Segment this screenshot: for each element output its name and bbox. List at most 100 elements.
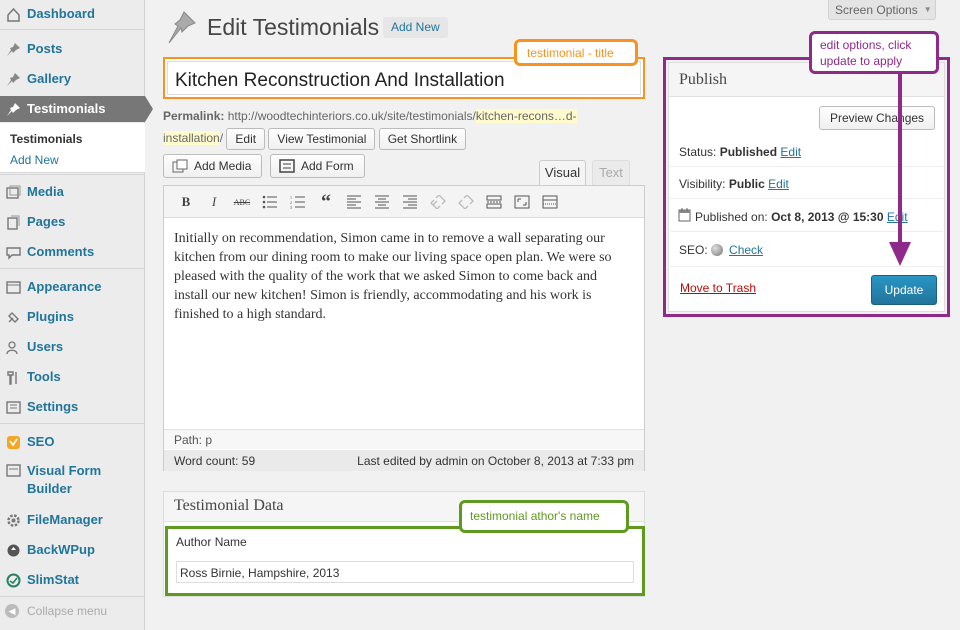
author-name-input[interactable]: Ross Birnie, Hampshire, 2013	[176, 561, 634, 583]
move-to-trash-link[interactable]: Move to Trash	[680, 281, 756, 295]
align-left-icon[interactable]	[345, 193, 363, 211]
align-center-icon[interactable]	[373, 193, 391, 211]
sidebar-item-pages[interactable]: Pages	[0, 209, 145, 235]
submenu-item-add-new[interactable]: Add New	[10, 153, 59, 167]
editor-path: Path: p	[164, 429, 644, 449]
sidebar-item-label: Users	[27, 339, 64, 354]
menu-separator	[0, 29, 145, 30]
appearance-icon	[5, 279, 22, 296]
comment-icon	[5, 244, 22, 261]
dashboard-icon	[5, 6, 22, 23]
permalink-slug-end[interactable]: installation	[163, 131, 220, 145]
editor-content[interactable]: Initially on recommendation, Simon came …	[174, 229, 624, 324]
chevron-down-icon: ▼	[923, 5, 932, 14]
sidebar-item-label: Posts	[27, 41, 63, 56]
unlink-icon[interactable]	[457, 193, 475, 211]
permalink-slug[interactable]: kitchen-recons…d-	[475, 109, 577, 123]
form-icon	[279, 159, 295, 173]
get-shortlink-button[interactable]: Get Shortlink	[378, 127, 467, 150]
tab-visual[interactable]: Visual	[539, 160, 586, 186]
sidebar-item-testimonials[interactable]: Testimonials	[0, 96, 153, 122]
sidebar-item-label: Dashboard	[27, 6, 95, 21]
sidebar-item-posts[interactable]: Posts	[0, 36, 145, 62]
annotation-author-callout: testimonial athor's name	[459, 500, 629, 533]
sidebar-item-backwpup[interactable]: BackWPup	[0, 537, 145, 563]
sidebar-item-label: Testimonials	[27, 101, 106, 116]
sidebar-item-label: Gallery	[27, 71, 72, 86]
sidebar-item-filemanager[interactable]: FileManager	[0, 507, 145, 533]
sidebar-item-settings[interactable]: Settings	[0, 394, 145, 420]
blockquote-button[interactable]: “	[317, 191, 335, 213]
fullscreen-icon[interactable]	[513, 193, 531, 211]
annotation-title-callout: testimonial - title	[514, 39, 638, 66]
permalink-edit-button[interactable]: Edit	[226, 127, 266, 150]
seo-status-dot-icon	[711, 244, 724, 256]
pin-icon	[5, 41, 22, 58]
testimonials-submenu: Testimonials Add New	[0, 123, 145, 173]
submenu-item-testimonials[interactable]: Testimonials	[10, 132, 82, 146]
menu-separator	[0, 596, 145, 597]
sidebar-item-visual-form-builder[interactable]: Visual Form Builder	[0, 462, 145, 500]
add-media-label: Add Media	[194, 159, 252, 173]
visibility-edit-link[interactable]: Edit	[768, 177, 789, 191]
collapse-arrow-icon: ◀	[5, 604, 19, 618]
pin-icon	[5, 101, 22, 118]
add-media-button[interactable]: Add Media	[163, 154, 263, 178]
seo-check-link[interactable]: Check	[729, 243, 763, 257]
annotation-publish-callout: edit options, click update to apply	[809, 31, 939, 74]
pages-icon	[5, 214, 22, 231]
sidebar-item-tools[interactable]: Tools	[0, 364, 145, 390]
align-right-icon[interactable]	[401, 193, 419, 211]
collapse-menu-label: Collapse menu	[27, 604, 108, 618]
strikethrough-button[interactable]: ABC	[233, 193, 251, 211]
visibility-label: Visibility:	[679, 177, 726, 191]
sidebar-item-seo[interactable]: SEO	[0, 429, 145, 455]
plugin-icon	[5, 309, 22, 326]
sidebar-item-comments[interactable]: Comments	[0, 239, 145, 265]
sidebar-item-gallery[interactable]: Gallery	[0, 66, 145, 92]
link-icon[interactable]	[429, 193, 447, 211]
users-icon	[5, 339, 22, 356]
numbered-list-icon[interactable]: 123	[289, 193, 307, 211]
word-count: Word count: 59	[174, 454, 256, 468]
add-new-button[interactable]: Add New	[383, 17, 448, 38]
tab-text[interactable]: Text	[592, 160, 630, 185]
italic-button[interactable]: I	[205, 193, 223, 211]
add-form-button[interactable]: Add Form	[270, 154, 365, 178]
bullet-list-icon[interactable]	[261, 193, 279, 211]
status-value: Published	[719, 145, 778, 159]
sidebar-item-slimstat[interactable]: SlimStat	[0, 567, 145, 593]
published-value: Oct 8, 2013 @ 15:30	[771, 209, 884, 224]
seo-row: SEO: Check	[679, 243, 763, 257]
sidebar-item-users[interactable]: Users	[0, 334, 145, 360]
sidebar-item-label: Settings	[27, 399, 79, 414]
collapse-menu-button[interactable]: ◀ Collapse menu	[5, 604, 107, 618]
admin-sidebar: Dashboard Posts Gallery Testimonials Tes…	[0, 0, 153, 630]
sidebar-item-label: BackWPup	[27, 542, 95, 557]
pin-icon	[165, 10, 197, 46]
permalink-base: http://woodtechinteriors.co.uk/site/test…	[227, 109, 476, 123]
stats-icon	[5, 572, 22, 589]
sidebar-item-media[interactable]: Media	[0, 179, 145, 205]
gear-icon	[5, 512, 22, 529]
published-row: Published on: Oct 8, 2013 @ 15:30 Edit	[678, 208, 908, 225]
page-title: Edit Testimonials	[207, 14, 380, 40]
kitchen-sink-icon[interactable]	[541, 193, 559, 211]
update-button[interactable]: Update	[871, 275, 937, 305]
published-label: Published on:	[695, 209, 768, 224]
tools-icon	[5, 369, 22, 386]
svg-text:3: 3	[290, 205, 292, 209]
view-testimonial-button[interactable]: View Testimonial	[268, 127, 376, 150]
sidebar-item-plugins[interactable]: Plugins	[0, 304, 145, 330]
status-edit-link[interactable]: Edit	[780, 145, 801, 159]
bold-button[interactable]: B	[177, 193, 195, 211]
menu-separator	[0, 423, 145, 424]
sidebar-item-label: Appearance	[27, 279, 102, 294]
title-input[interactable]: Kitchen Reconstruction And Installation	[167, 61, 641, 95]
author-name-label: Author Name	[176, 535, 247, 549]
sidebar-item-appearance[interactable]: Appearance	[0, 274, 145, 300]
screen-options-button[interactable]: Screen Options ▼	[828, 0, 936, 20]
insert-more-icon[interactable]	[485, 193, 503, 211]
sidebar-item-dashboard[interactable]: Dashboard	[0, 1, 145, 27]
sidebar-item-label: Plugins	[27, 309, 74, 324]
